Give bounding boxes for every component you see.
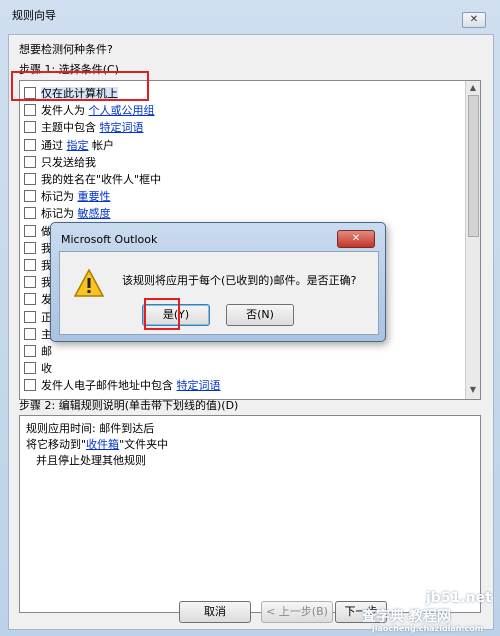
condition-link[interactable]: 个人或公用组: [89, 104, 155, 117]
question-label: 想要检测何种条件?: [19, 43, 113, 56]
highlight-box-condition: [11, 71, 149, 101]
close-icon: ✕: [469, 14, 479, 25]
warning-icon: [74, 268, 104, 297]
condition-text: 发件人电子邮件地址中包含: [41, 379, 177, 393]
condition-link[interactable]: 特定词语: [177, 379, 221, 392]
watermark-site: jb51.net: [426, 590, 492, 606]
cancel-button[interactable]: 取消: [179, 601, 251, 623]
condition-suffix: 帐户: [88, 138, 114, 152]
condition-text: 主题中包含: [41, 121, 100, 135]
condition-text: 发件人为: [41, 104, 89, 118]
dialog-close-button[interactable]: ✕: [337, 230, 375, 248]
condition-checkbox[interactable]: [24, 173, 36, 185]
condition-checkbox[interactable]: [24, 155, 36, 168]
step2-label: 步骤 2: 编辑规则说明(单击带下划线的值)(D): [19, 399, 239, 412]
condition-checkbox[interactable]: [24, 190, 36, 203]
scroll-thumb[interactable]: [468, 95, 479, 237]
title-bar: 规则向导 ✕: [0, 0, 500, 28]
description-line-2: 将它移动到"收件箱"文件夹中: [26, 438, 169, 451]
rule-description-box: 规则应用时间: 邮件到达后 将它移动到"收件箱"文件夹中 并且停止处理其他规则: [19, 415, 481, 613]
condition-checkbox[interactable]: [24, 293, 36, 306]
condition-row[interactable]: 收: [24, 360, 444, 376]
dialog-title: Microsoft Outlook: [61, 233, 158, 246]
conditions-scrollbar[interactable]: ▲ ▼: [465, 81, 480, 399]
condition-row[interactable]: 邮: [24, 343, 444, 358]
condition-row[interactable]: 我的姓名在"收件人"框中: [24, 171, 444, 186]
window-title: 规则向导: [12, 9, 56, 22]
condition-text: 标记为: [41, 207, 78, 221]
dialog-message: 该规则将应用于每个(已收到的)邮件。是否正确?: [122, 274, 357, 287]
condition-link[interactable]: 特定词语: [100, 121, 144, 134]
condition-row[interactable]: 发件人电子邮件地址中包含 特定词语: [24, 377, 444, 393]
condition-checkbox[interactable]: [24, 224, 36, 237]
condition-text: 通过: [41, 138, 67, 152]
condition-checkbox[interactable]: [24, 379, 36, 392]
condition-checkbox[interactable]: [24, 104, 36, 117]
condition-text: 收: [41, 362, 52, 376]
condition-link[interactable]: 指定: [67, 139, 89, 152]
condition-checkbox[interactable]: [24, 345, 36, 357]
condition-checkbox[interactable]: [24, 241, 36, 254]
condition-text: 标记为: [41, 190, 78, 204]
watermark-url: jiaocheng.chazidian.com: [372, 624, 484, 633]
scroll-down-arrow-icon[interactable]: ▼: [468, 385, 478, 395]
condition-checkbox[interactable]: [24, 327, 36, 340]
dialog-body: 该规则将应用于每个(已收到的)邮件。是否正确? 是(Y) 否(N): [59, 251, 379, 335]
highlight-box-yes: [144, 298, 180, 330]
condition-text: 只发送给我: [41, 155, 96, 169]
condition-row[interactable]: 标记为 敏感度: [24, 205, 444, 221]
condition-checkbox[interactable]: [24, 207, 36, 220]
condition-checkbox[interactable]: [24, 259, 36, 271]
condition-row[interactable]: 标记为 重要性: [24, 188, 444, 204]
rules-wizard-window: 规则向导 ✕ 想要检测何种条件? 步骤 1: 选择条件(C) 仅在此计算机上 发件…: [0, 0, 500, 636]
condition-link[interactable]: 敏感度: [78, 207, 111, 220]
condition-row[interactable]: 发件人为 个人或公用组: [24, 102, 444, 118]
no-button[interactable]: 否(N): [226, 304, 294, 326]
watermark-brand: 查字典 教程网: [362, 609, 451, 625]
inbox-folder-link[interactable]: 收件箱: [86, 438, 119, 451]
condition-text: 邮: [41, 345, 52, 358]
description-line-1: 规则应用时间: 邮件到达后: [26, 422, 155, 435]
condition-checkbox[interactable]: [24, 276, 36, 289]
back-button[interactable]: < 上一步(B): [261, 601, 333, 623]
condition-text: 我的姓名在"收件人"框中: [41, 173, 162, 186]
condition-checkbox[interactable]: [24, 310, 36, 323]
window-close-button[interactable]: ✕: [462, 12, 486, 28]
confirm-dialog: Microsoft Outlook ✕ 该规则将应用于每个(已收到的)邮件。是否…: [50, 222, 386, 342]
condition-row[interactable]: 主题中包含 特定词语: [24, 119, 444, 135]
condition-checkbox[interactable]: [24, 362, 36, 375]
condition-row[interactable]: 只发送给我: [24, 154, 444, 169]
description-line-3: 并且停止处理其他规则: [36, 454, 146, 467]
condition-link[interactable]: 重要性: [78, 190, 111, 203]
condition-checkbox[interactable]: [24, 138, 36, 151]
condition-row[interactable]: 通过 指定 帐户: [24, 137, 444, 152]
close-icon: ✕: [351, 233, 361, 244]
condition-checkbox[interactable]: [24, 121, 36, 134]
scroll-up-arrow-icon[interactable]: ▲: [468, 83, 478, 93]
